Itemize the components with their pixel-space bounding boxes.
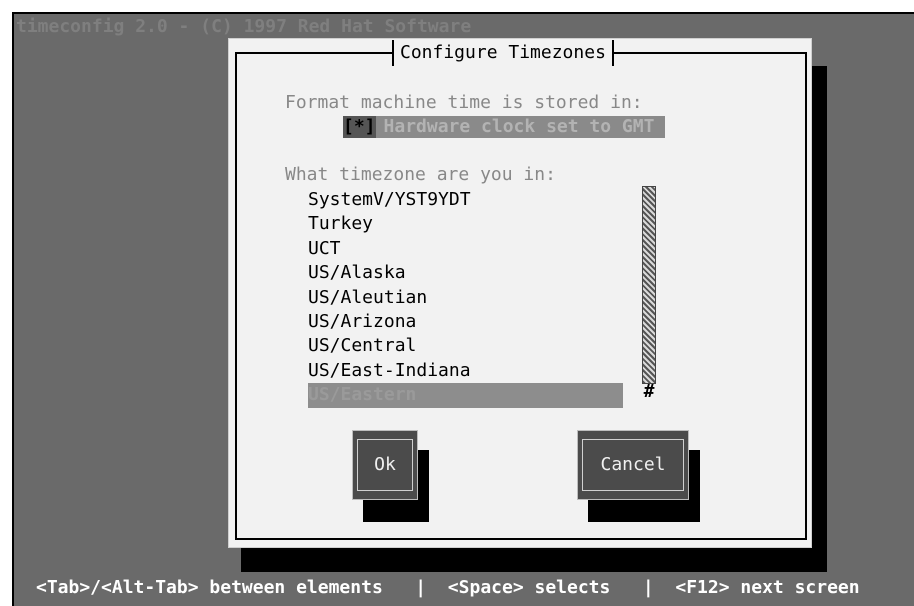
list-item[interactable]: UCT bbox=[308, 237, 623, 261]
list-item[interactable]: US/East-Indiana bbox=[308, 359, 623, 383]
gmt-checkbox[interactable]: [*] Hardware clock set to GMT bbox=[343, 116, 665, 138]
timezone-listbox[interactable]: SystemV/YST9YDT Turkey UCT US/Alaska US/… bbox=[308, 188, 623, 408]
checkbox-mark[interactable]: [*] bbox=[343, 116, 376, 138]
list-item[interactable]: SystemV/YST9YDT bbox=[308, 188, 623, 212]
terminal-screen: timeconfig 2.0 - (C) 1997 Red Hat Softwa… bbox=[0, 0, 914, 606]
dialog-title: Configure Timezones bbox=[392, 40, 614, 66]
cancel-button[interactable]: Cancel bbox=[577, 430, 689, 500]
list-item-selected[interactable]: US/Eastern bbox=[308, 383, 623, 408]
ok-button-label: Ok bbox=[374, 454, 396, 475]
list-item[interactable]: US/Alaska bbox=[308, 261, 623, 285]
list-item[interactable]: US/Aleutian bbox=[308, 286, 623, 310]
ok-button[interactable]: Ok bbox=[352, 430, 418, 500]
scroll-thumb[interactable]: # bbox=[643, 382, 655, 402]
list-item[interactable]: US/Central bbox=[308, 334, 623, 358]
list-item[interactable]: US/Arizona bbox=[308, 310, 623, 334]
timezone-label: What timezone are you in: bbox=[285, 164, 556, 185]
root-title: timeconfig 2.0 - (C) 1997 Red Hat Softwa… bbox=[16, 16, 472, 37]
format-label: Format machine time is stored in: bbox=[285, 92, 643, 113]
timezone-scrollbar[interactable] bbox=[642, 186, 656, 384]
list-item[interactable]: Turkey bbox=[308, 212, 623, 236]
cancel-button-label: Cancel bbox=[600, 454, 666, 475]
checkbox-label: Hardware clock set to GMT bbox=[383, 116, 655, 137]
status-bar-help-text: <Tab>/<Alt-Tab> between elements | <Spac… bbox=[36, 577, 860, 598]
